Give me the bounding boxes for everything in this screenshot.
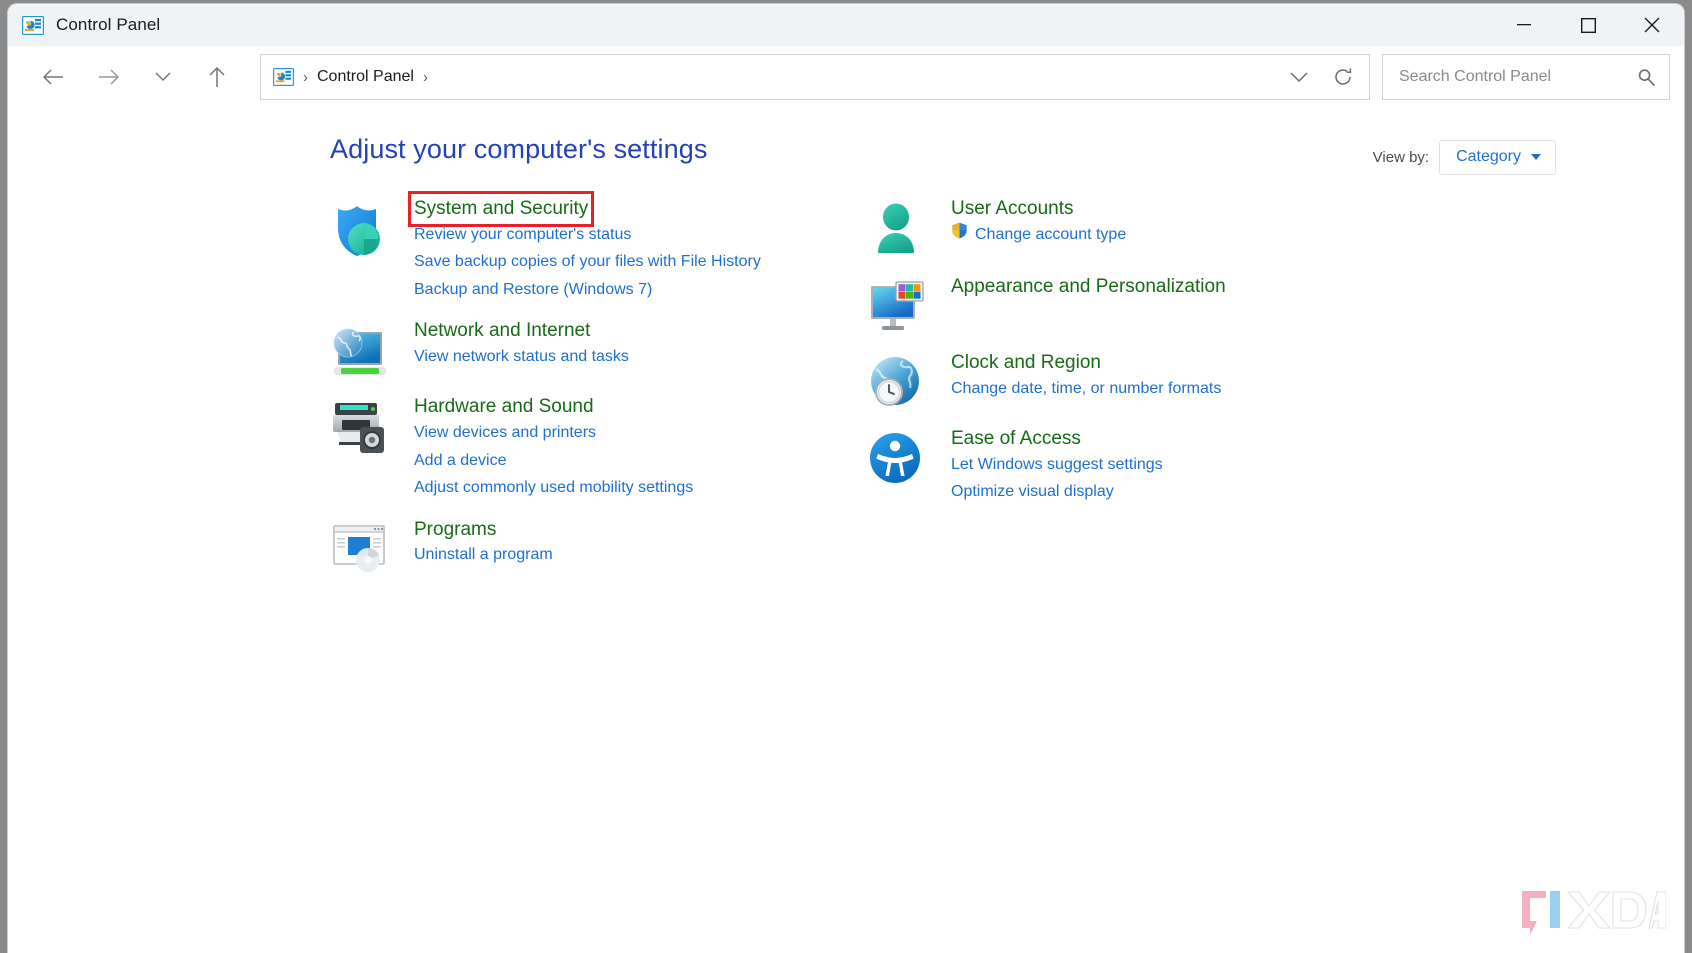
window-controls — [1492, 4, 1684, 46]
category-body: User Accounts Change account type — [929, 195, 1126, 259]
navigation-bar: › Control Panel › — [8, 46, 1684, 108]
refresh-icon[interactable] — [1321, 56, 1365, 98]
header-row: Adjust your computer's settings View by:… — [8, 108, 1684, 175]
category-title-link[interactable]: Network and Internet — [414, 319, 590, 343]
window-title: Control Panel — [56, 15, 161, 34]
content-area: Adjust your computer's settings View by:… — [8, 108, 1684, 953]
category-user-accounts: User Accounts Change account type — [867, 195, 1379, 259]
sublink-label: View devices and printers — [414, 424, 597, 442]
category-network-and-internet: Network and Internet View network status… — [330, 317, 842, 379]
breadcrumb-separator[interactable]: › — [294, 69, 317, 86]
view-by-group: View by: Category — [1373, 140, 1556, 175]
category-sublink[interactable]: Save backup copies of your files with Fi… — [414, 248, 761, 276]
recent-locations-dropdown-icon[interactable] — [142, 56, 184, 98]
right-column: User Accounts Change account type Appear… — [867, 195, 1379, 590]
user-person-icon[interactable] — [867, 195, 929, 259]
category-title-link[interactable]: Hardware and Sound — [414, 395, 594, 419]
breadcrumb-control-panel[interactable]: Control Panel — [317, 68, 414, 86]
sublink-label: View network status and tasks — [414, 348, 629, 366]
network-globe-monitor-icon[interactable] — [330, 317, 392, 379]
view-by-value: Category — [1456, 148, 1521, 165]
sublink-label: Change account type — [975, 225, 1127, 243]
view-by-dropdown[interactable]: Category — [1439, 140, 1556, 175]
up-button[interactable] — [196, 56, 238, 98]
control-panel-icon — [273, 68, 294, 86]
category-title-link[interactable]: Appearance and Personalization — [951, 275, 1226, 299]
category-sublink[interactable]: Optimize visual display — [951, 478, 1163, 506]
printer-speaker-icon[interactable] — [330, 393, 392, 501]
category-sublink[interactable]: View devices and printers — [414, 419, 693, 447]
category-body: Hardware and Sound View devices and prin… — [392, 393, 693, 501]
monitor-color-swatches-icon[interactable] — [867, 273, 929, 335]
category-sublink[interactable]: Uninstall a program — [414, 541, 553, 569]
category-title-link[interactable]: User Accounts — [951, 197, 1074, 221]
category-system-and-security: System and Security Review your computer… — [330, 191, 842, 304]
sublink-label: Let Windows suggest settings — [951, 455, 1163, 473]
page-title: Adjust your computer's settings — [330, 134, 708, 164]
maximize-button[interactable] — [1556, 4, 1620, 46]
category-ease-of-access: Ease of Access Let Windows suggest setti… — [867, 425, 1379, 506]
category-columns: System and Security Review your computer… — [8, 191, 1684, 590]
xda-watermark — [1516, 885, 1667, 943]
category-sublink[interactable]: Let Windows suggest settings — [951, 451, 1163, 479]
globe-clock-icon[interactable] — [867, 349, 929, 411]
sublink-label: Uninstall a program — [414, 546, 553, 564]
forward-button[interactable] — [88, 56, 130, 98]
category-sublink[interactable]: Backup and Restore (Windows 7) — [414, 276, 761, 304]
category-sublink[interactable]: Change account type — [951, 221, 1126, 249]
chevron-down-icon — [1531, 154, 1541, 160]
sublink-label: Adjust commonly used mobility settings — [414, 479, 694, 497]
back-button[interactable] — [32, 56, 74, 98]
category-appearance-and-personalization: Appearance and Personalization — [867, 273, 1379, 335]
category-title-link[interactable]: Clock and Region — [951, 351, 1101, 375]
chevron-down-icon[interactable] — [1277, 56, 1321, 98]
category-sublink[interactable]: Change date, time, or number formats — [951, 375, 1221, 403]
shield-icon[interactable] — [330, 195, 392, 303]
control-panel-window: Control Panel › Control Panel › Search C… — [8, 4, 1684, 953]
breadcrumb-trailing-separator[interactable]: › — [414, 69, 437, 86]
category-hardware-and-sound: Hardware and Sound View devices and prin… — [330, 393, 842, 501]
sublink-label: Save backup copies of your files with Fi… — [414, 253, 761, 271]
minimize-button[interactable] — [1492, 4, 1556, 46]
category-title-link[interactable]: System and Security — [407, 191, 595, 227]
title-bar: Control Panel — [8, 4, 1684, 46]
category-sublink[interactable]: Adjust commonly used mobility settings — [414, 474, 693, 502]
category-sublink[interactable]: View network status and tasks — [414, 343, 629, 371]
control-panel-icon — [22, 15, 44, 35]
view-by-label: View by: — [1372, 149, 1430, 166]
category-body: Network and Internet View network status… — [392, 317, 629, 379]
accessibility-person-icon[interactable] — [867, 425, 929, 506]
category-body: Programs Uninstall a program — [392, 516, 553, 576]
programs-window-icon[interactable] — [330, 516, 392, 576]
sublink-label: Add a device — [414, 451, 507, 469]
category-body: Ease of Access Let Windows suggest setti… — [929, 425, 1163, 506]
sublink-label: Backup and Restore (Windows 7) — [414, 280, 653, 298]
category-clock-and-region: Clock and Region Change date, time, or n… — [867, 349, 1379, 411]
category-body: Appearance and Personalization — [929, 273, 1226, 335]
category-title-link[interactable]: Programs — [414, 518, 496, 542]
sublink-label: Optimize visual display — [951, 483, 1114, 501]
sublink-label: Review your computer's status — [414, 225, 632, 243]
uac-shield-icon — [951, 221, 968, 249]
category-body: System and Security Review your computer… — [392, 191, 761, 304]
close-button[interactable] — [1620, 4, 1684, 46]
sublink-label: Change date, time, or number formats — [951, 379, 1222, 397]
address-bar[interactable]: › Control Panel › — [260, 54, 1370, 100]
search-input[interactable] — [1397, 67, 1629, 87]
category-sublink[interactable]: Add a device — [414, 447, 693, 475]
left-column: System and Security Review your computer… — [330, 191, 842, 590]
search-box[interactable] — [1382, 54, 1670, 100]
category-title-link[interactable]: Ease of Access — [951, 427, 1081, 451]
search-icon[interactable] — [1629, 59, 1663, 95]
category-sublink[interactable]: Review your computer's status — [414, 221, 761, 249]
category-body: Clock and Region Change date, time, or n… — [929, 349, 1221, 411]
category-programs: Programs Uninstall a program — [330, 516, 842, 576]
